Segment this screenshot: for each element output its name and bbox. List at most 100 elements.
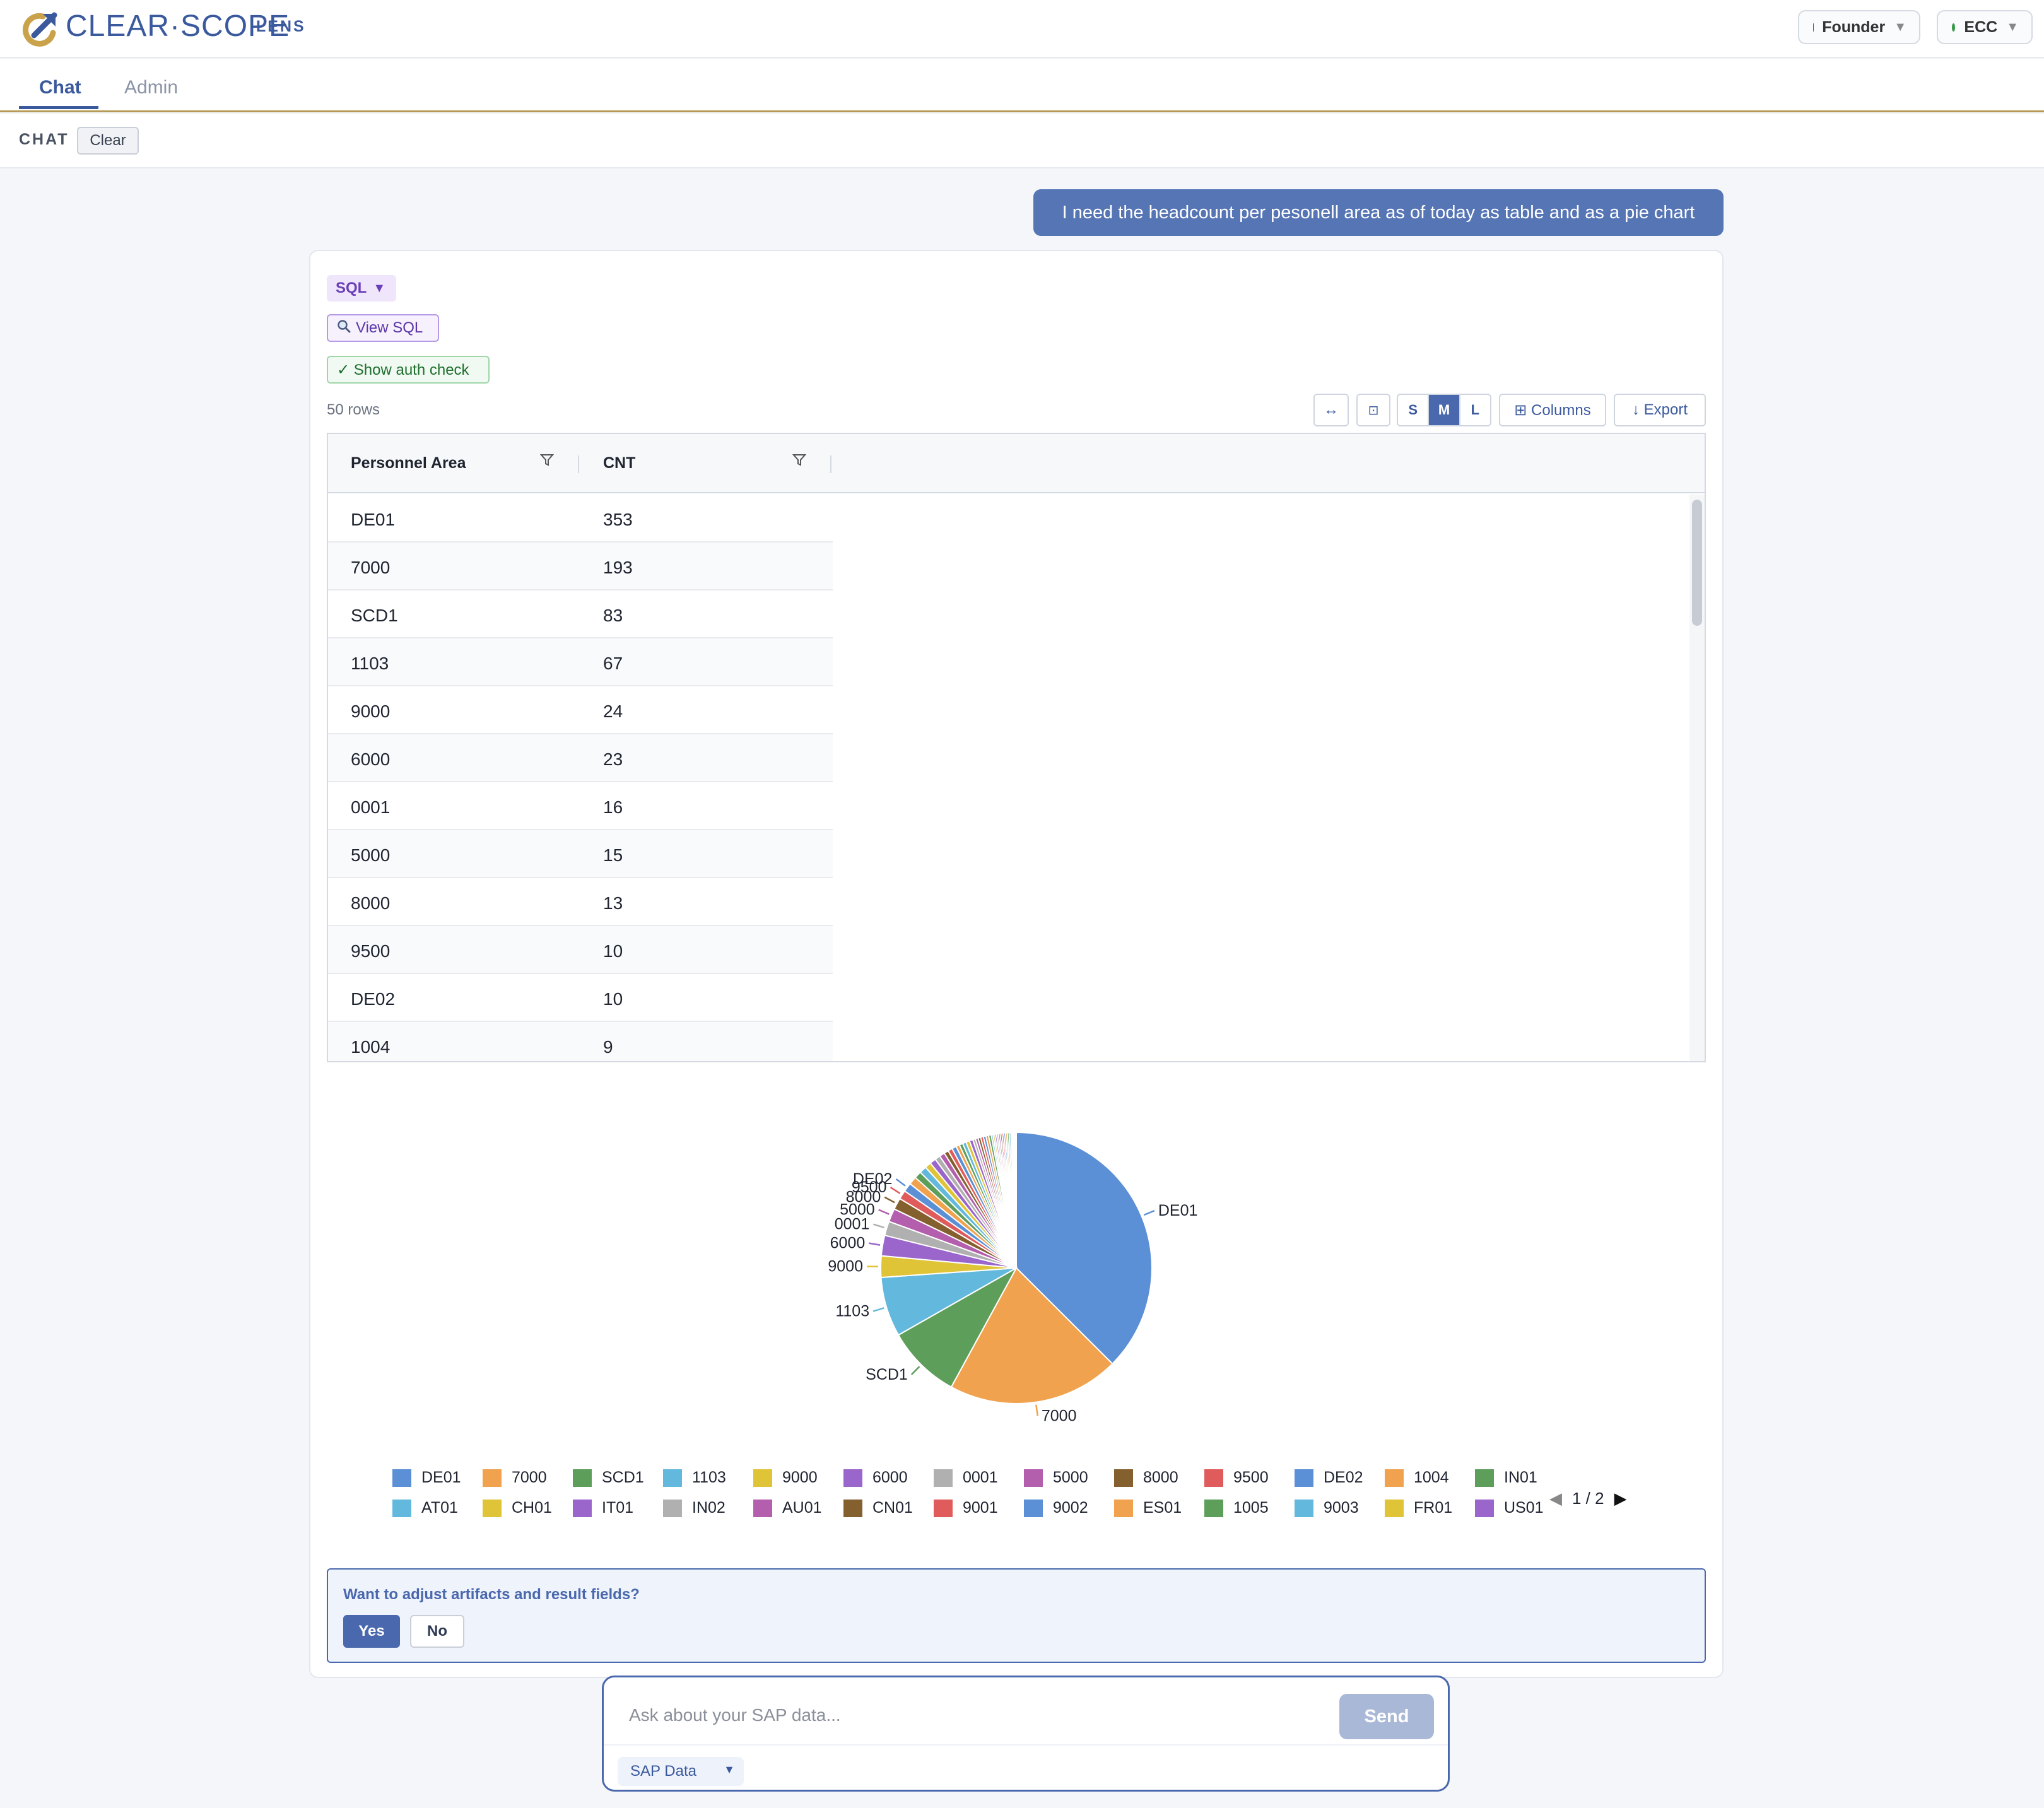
pie-leader-line xyxy=(895,1178,906,1187)
legend-item[interactable]: ES01 xyxy=(1114,1499,1182,1517)
role-selector[interactable]: Founder ▼ xyxy=(1798,10,1920,44)
legend-item[interactable]: 6000 xyxy=(843,1469,908,1487)
legend-item[interactable]: SCD1 xyxy=(573,1469,644,1487)
legend-item[interactable]: IN01 xyxy=(1475,1469,1537,1487)
legend-item[interactable]: DE02 xyxy=(1295,1469,1363,1487)
legend-item[interactable]: 1005 xyxy=(1204,1499,1269,1517)
legend-item[interactable]: IN02 xyxy=(663,1499,725,1517)
table-row[interactable]: 7000 193 xyxy=(328,543,833,590)
table-row[interactable]: 6000 23 xyxy=(328,734,833,782)
data-source-select[interactable]: SAP Data ▼ xyxy=(618,1757,744,1786)
legend-item[interactable]: CN01 xyxy=(843,1499,913,1517)
legend-swatch xyxy=(1295,1499,1313,1517)
legend-item[interactable]: IT01 xyxy=(573,1499,633,1517)
legend-item[interactable]: 8000 xyxy=(1114,1469,1178,1487)
brand-subtitle: LENS xyxy=(256,18,306,35)
table-row[interactable]: 5000 15 xyxy=(328,830,833,878)
legend-label: 7000 xyxy=(512,1469,547,1486)
legend-item[interactable]: CH01 xyxy=(483,1499,552,1517)
legend-swatch xyxy=(1475,1469,1494,1487)
table-row[interactable]: 0001 16 xyxy=(328,782,833,830)
cell-personnel-area: 5000 xyxy=(351,845,391,865)
legend-item[interactable]: 1103 xyxy=(663,1469,726,1487)
no-button[interactable]: No xyxy=(410,1615,464,1648)
cell-personnel-area: DE02 xyxy=(351,989,396,1009)
cell-personnel-area: 6000 xyxy=(351,749,391,769)
legend-swatch xyxy=(843,1499,862,1517)
legend-page-indicator: 1 / 2 xyxy=(1572,1489,1604,1508)
size-s-button[interactable]: S xyxy=(1398,395,1430,425)
previous-page-icon[interactable]: ◀ xyxy=(1549,1489,1562,1508)
table-row[interactable]: 9500 10 xyxy=(328,926,833,974)
fit-button[interactable]: ⊡ xyxy=(1356,394,1390,426)
legend-swatch xyxy=(483,1499,502,1517)
cell-cnt: 15 xyxy=(603,845,623,865)
column-header-cnt[interactable]: CNT xyxy=(603,454,635,473)
legend-item[interactable]: AU01 xyxy=(753,1499,822,1517)
column-resize-handle[interactable] xyxy=(830,455,831,473)
table-body: DE01 353 7000 193 SCD1 83 1103 67 9000 24 6000 23 00… xyxy=(328,495,833,1061)
filter-icon[interactable] xyxy=(792,453,807,471)
legend-item[interactable]: 5000 xyxy=(1024,1469,1088,1487)
legend-item[interactable]: 9500 xyxy=(1204,1469,1269,1487)
message-input[interactable]: Ask about your SAP data... xyxy=(629,1705,841,1725)
tab-chat[interactable]: Chat xyxy=(39,77,81,98)
cell-personnel-area: 1103 xyxy=(351,654,389,673)
legend-swatch xyxy=(843,1469,862,1487)
legend-label: 1005 xyxy=(1233,1499,1269,1517)
sql-tag-label: SQL xyxy=(336,279,367,296)
pie-slice-label: 9000 xyxy=(828,1258,863,1276)
legend-label: SCD1 xyxy=(602,1469,644,1486)
pie-slice-label: 6000 xyxy=(830,1235,866,1252)
sql-toggle[interactable]: SQL ▼ xyxy=(327,275,396,302)
legend-item[interactable]: 9000 xyxy=(753,1469,818,1487)
send-button[interactable]: Send xyxy=(1339,1694,1434,1739)
pie-leader-line xyxy=(872,1307,884,1312)
yes-button[interactable]: Yes xyxy=(343,1615,400,1648)
next-page-icon[interactable]: ▶ xyxy=(1614,1489,1627,1508)
tab-admin[interactable]: Admin xyxy=(124,77,178,98)
clear-button[interactable]: Clear xyxy=(77,127,139,155)
expand-width-button[interactable]: ↔ xyxy=(1313,394,1349,426)
filter-icon[interactable] xyxy=(539,453,555,471)
size-m-button[interactable]: M xyxy=(1429,395,1460,425)
legend-swatch xyxy=(1204,1469,1223,1487)
size-l-button[interactable]: L xyxy=(1460,395,1490,425)
legend-item[interactable]: 0001 xyxy=(934,1469,998,1487)
table-header: Personnel Area CNT xyxy=(328,434,1705,493)
table-row[interactable]: SCD1 83 xyxy=(328,590,833,638)
view-sql-button[interactable]: View SQL xyxy=(327,314,439,342)
legend-label: ES01 xyxy=(1143,1499,1182,1517)
chat-section-label: CHAT xyxy=(19,131,69,148)
legend-item[interactable]: 1004 xyxy=(1385,1469,1449,1487)
table-row[interactable]: 9000 24 xyxy=(328,686,833,734)
cell-cnt: 353 xyxy=(603,510,633,529)
legend-item[interactable]: 9001 xyxy=(934,1499,998,1517)
legend-item[interactable]: FR01 xyxy=(1385,1499,1452,1517)
table-row[interactable]: 1103 67 xyxy=(328,638,833,686)
table-row[interactable]: DE01 353 xyxy=(328,495,833,543)
table-row[interactable]: 8000 13 xyxy=(328,878,833,926)
table-row[interactable]: DE02 10 xyxy=(328,974,833,1022)
export-button[interactable]: ↓ Export xyxy=(1614,394,1706,426)
search-icon xyxy=(337,319,351,338)
column-header-personnel-area[interactable]: Personnel Area xyxy=(351,454,466,473)
legend-item[interactable]: US01 xyxy=(1475,1499,1544,1517)
legend-item[interactable]: AT01 xyxy=(392,1499,458,1517)
legend-item[interactable]: 9002 xyxy=(1024,1499,1088,1517)
scrollbar-thumb[interactable] xyxy=(1692,500,1702,626)
legend-label: DE01 xyxy=(421,1469,461,1486)
legend-item[interactable]: DE01 xyxy=(392,1469,461,1487)
column-resize-handle[interactable] xyxy=(578,455,579,473)
legend-item[interactable]: 9003 xyxy=(1295,1499,1359,1517)
legend-item[interactable]: 7000 xyxy=(483,1469,547,1487)
columns-button[interactable]: ⊞ Columns xyxy=(1499,394,1606,426)
cell-cnt: 16 xyxy=(603,797,623,817)
pie-slice-label: 1103 xyxy=(835,1303,869,1320)
system-selector[interactable]: ECC ▼ xyxy=(1937,10,2033,44)
table-row[interactable]: 1004 9 xyxy=(328,1022,833,1061)
cell-personnel-area: 7000 xyxy=(351,558,391,577)
legend-swatch xyxy=(934,1469,953,1487)
legend-swatch xyxy=(1475,1499,1494,1517)
show-auth-check-button[interactable]: ✓ Show auth check xyxy=(327,356,490,384)
